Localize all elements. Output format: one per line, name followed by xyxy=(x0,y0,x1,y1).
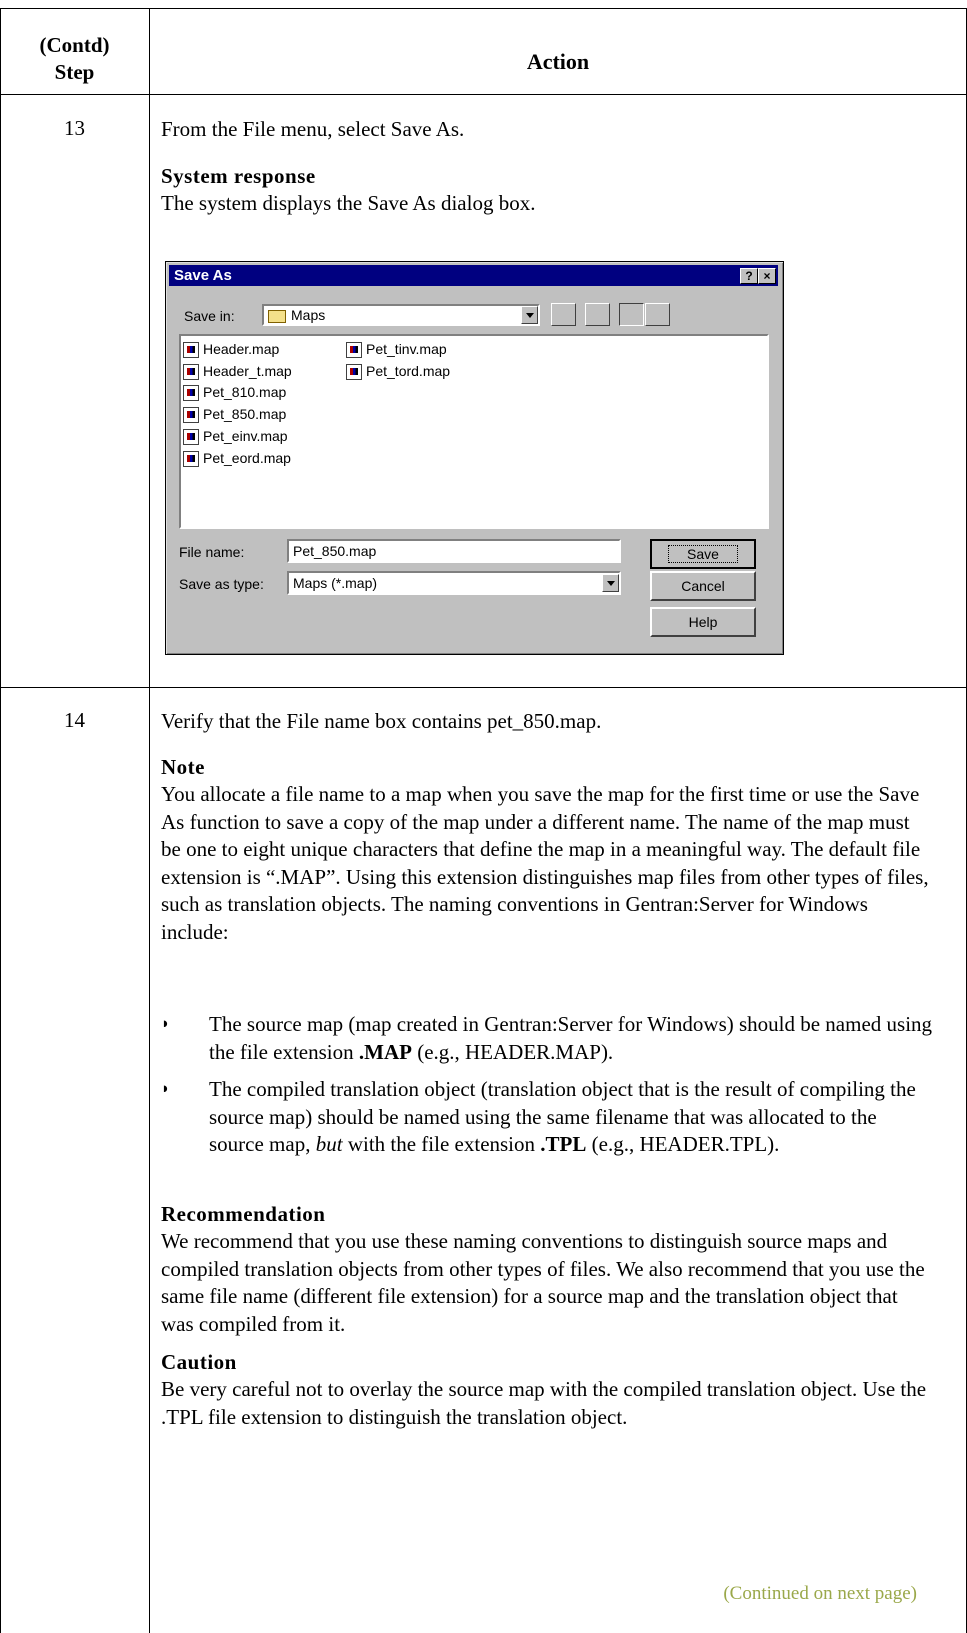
save-in-label-text: Save in: xyxy=(184,308,235,324)
file-label: Pet_tinv.map xyxy=(366,341,447,357)
continued-note: (Continued on next page) xyxy=(723,1583,917,1604)
list-item[interactable]: Pet_tinv.map xyxy=(346,340,447,359)
procedure-table: (Contd) Step Action 13 From the File men… xyxy=(0,0,967,1633)
step-number-14: 14 xyxy=(64,708,85,732)
map-file-icon xyxy=(183,364,199,381)
note-text: You allocate a file name to a map when y… xyxy=(161,782,929,944)
up-one-level-icon[interactable] xyxy=(551,303,576,326)
table-top-border xyxy=(0,8,967,9)
bullet-item-1: The source map (map created in Gentran:S… xyxy=(209,1011,933,1066)
save-button[interactable]: Save xyxy=(650,539,756,569)
new-folder-icon[interactable] xyxy=(585,303,610,326)
chevron-down-icon[interactable] xyxy=(521,306,538,324)
save-in-dropdown[interactable]: Maps xyxy=(262,304,540,326)
list-item[interactable]: Pet_850.map xyxy=(183,405,287,424)
list-item[interactable]: Pet_810.map xyxy=(183,383,287,402)
system-response-heading: System response xyxy=(161,164,316,188)
save-as-dialog: Save As ? × Save in: Maps Header.map Hea… xyxy=(165,261,784,655)
header-divider xyxy=(0,94,967,95)
list-item[interactable]: Header_t.map xyxy=(183,362,292,381)
file-list[interactable]: Header.map Header_t.map Pet_810.map Pet_… xyxy=(179,334,769,529)
cancel-button[interactable]: Cancel xyxy=(650,571,756,601)
map-file-icon xyxy=(183,407,199,424)
help-question-icon[interactable]: ? xyxy=(740,268,758,284)
recommendation-heading: Recommendation xyxy=(161,1202,326,1226)
map-file-icon xyxy=(183,451,199,468)
step-header-line1: (Contd) xyxy=(39,33,110,57)
folder-icon xyxy=(268,309,286,323)
file-name-field[interactable]: Pet_850.map xyxy=(287,539,621,563)
step-header-line2: Step xyxy=(54,60,95,84)
list-item[interactable]: Pet_eord.map xyxy=(183,449,291,468)
save-as-type-label: Save as type: xyxy=(179,576,264,592)
table-left-border xyxy=(0,8,1,1633)
file-label: Pet_tord.map xyxy=(366,363,451,379)
step14-instruction: Verify that the File name box contains p… xyxy=(161,709,602,733)
list-view-icon[interactable] xyxy=(619,303,644,326)
recommendation-text: We recommend that you use these naming c… xyxy=(161,1229,925,1336)
map-file-icon xyxy=(183,385,199,402)
bullet-icon: ◗ xyxy=(161,1016,171,1032)
file-label: Pet_eord.map xyxy=(203,450,291,466)
list-item[interactable]: Pet_einv.map xyxy=(183,427,288,446)
column-header-step: (Contd) Step xyxy=(0,32,149,86)
bullet2-emphasis: but xyxy=(315,1132,343,1156)
system-response-text: The system displays the Save As dialog b… xyxy=(161,191,536,215)
bullet2-ext: .TPL xyxy=(540,1132,587,1156)
bullet1-example: (e.g., HEADER.MAP). xyxy=(411,1039,614,1064)
file-label: Pet_850.map xyxy=(203,406,287,422)
save-in-value-wrap: Maps xyxy=(268,307,325,323)
bullet2-mid: with the file extension xyxy=(342,1132,541,1156)
row-divider xyxy=(0,687,967,688)
map-file-icon xyxy=(346,342,362,359)
note-heading: Note xyxy=(161,755,205,779)
file-label: Header_t.map xyxy=(203,363,292,379)
dialog-title: Save As xyxy=(174,267,232,284)
save-in-value: Maps xyxy=(291,307,326,323)
column-divider xyxy=(149,8,150,1633)
map-file-icon xyxy=(183,342,199,359)
bullet1-ext: .MAP xyxy=(358,1039,412,1064)
save-button-label: Save xyxy=(668,545,738,563)
file-name-value: Pet_850.map xyxy=(293,543,377,559)
file-label: Pet_810.map xyxy=(203,384,287,400)
bullet-icon: ◗ xyxy=(161,1081,171,1097)
file-label: Pet_einv.map xyxy=(203,428,288,444)
caution-text: Be very careful not to overlay the sourc… xyxy=(161,1377,927,1429)
save-in-label: Save in: xyxy=(184,308,235,324)
close-icon[interactable]: × xyxy=(758,268,776,284)
file-name-label: File name: xyxy=(179,544,245,560)
map-file-icon xyxy=(183,429,199,446)
bullet2-example: (e.g., HEADER.TPL). xyxy=(586,1132,780,1156)
caution-heading: Caution xyxy=(161,1350,237,1374)
save-as-type-dropdown[interactable]: Maps (*.map) xyxy=(287,571,621,595)
map-file-icon xyxy=(346,364,362,381)
file-label: Header.map xyxy=(203,341,280,357)
save-as-type-value: Maps (*.map) xyxy=(293,575,378,591)
step-number-13: 13 xyxy=(64,116,85,140)
help-button[interactable]: Help xyxy=(650,607,756,637)
column-header-action: Action xyxy=(526,49,590,74)
chevron-down-icon[interactable] xyxy=(602,574,619,592)
list-item[interactable]: Header.map xyxy=(183,340,280,359)
dialog-titlebar: Save As ? × xyxy=(169,265,778,286)
details-view-icon[interactable] xyxy=(645,303,670,326)
bullet-item-2: The compiled translation object (transla… xyxy=(209,1076,933,1159)
list-item[interactable]: Pet_tord.map xyxy=(346,362,451,381)
step13-instruction: From the File menu, select Save As. xyxy=(161,117,465,141)
